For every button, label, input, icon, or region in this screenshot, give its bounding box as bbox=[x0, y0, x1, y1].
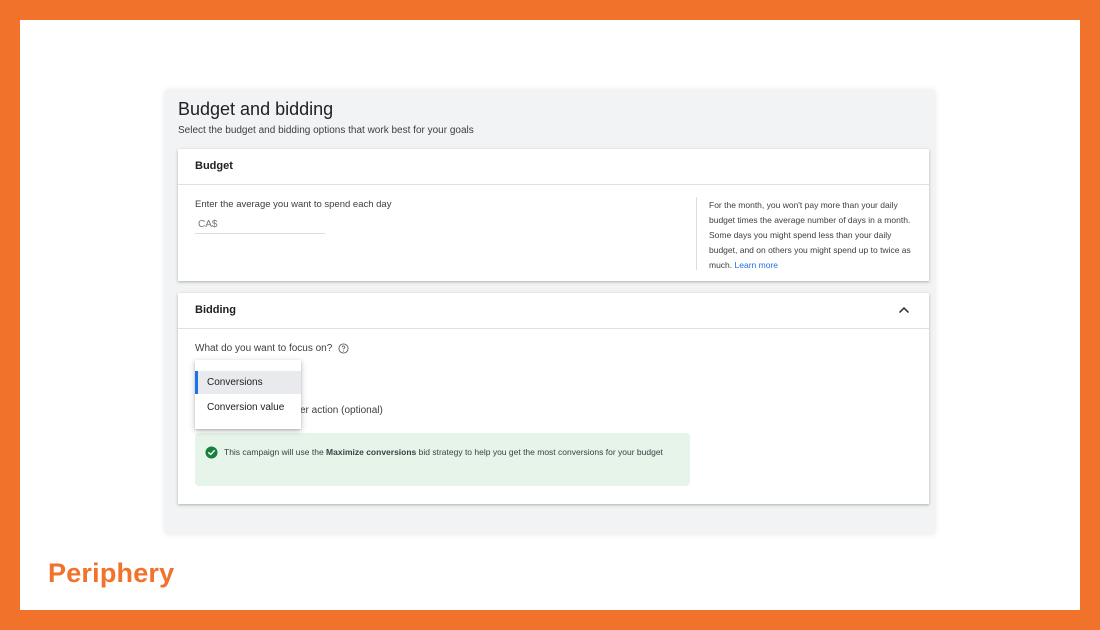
info-strategy-name: Maximize conversions bbox=[326, 447, 417, 457]
budget-card-title: Budget bbox=[195, 160, 233, 172]
daily-budget-label: Enter the average you want to spend each… bbox=[195, 199, 392, 210]
dropdown-option-conversions[interactable]: Conversions bbox=[195, 371, 301, 394]
budget-card: Budget Enter the average you want to spe… bbox=[178, 149, 929, 281]
focus-question-label: What do you want to focus on? bbox=[195, 343, 333, 354]
budget-card-header: Budget bbox=[178, 149, 929, 185]
budget-divider bbox=[696, 197, 697, 270]
focus-dropdown-menu: Conversions Conversion value bbox=[195, 360, 301, 429]
info-suffix: bid strategy to help you get the most co… bbox=[416, 447, 663, 457]
daily-budget-input[interactable] bbox=[195, 215, 325, 234]
bid-strategy-info-text: This campaign will use the Maximize conv… bbox=[224, 445, 679, 460]
bidding-card-header[interactable]: Bidding bbox=[178, 293, 929, 329]
budget-and-bidding-panel: Budget and bidding Select the budget and… bbox=[165, 90, 935, 534]
info-prefix: This campaign will use the bbox=[224, 447, 327, 457]
page-subtitle: Select the budget and bidding options th… bbox=[178, 125, 474, 136]
focus-question: What do you want to focus on? bbox=[195, 343, 349, 354]
optional-action-label: er action (optional) bbox=[300, 405, 383, 416]
help-circle-icon[interactable] bbox=[338, 343, 349, 354]
periphery-logo: Periphery bbox=[48, 558, 175, 588]
content-frame: Budget and bidding Select the budget and… bbox=[20, 20, 1080, 610]
bidding-card-title: Bidding bbox=[195, 304, 236, 316]
check-circle-icon bbox=[205, 446, 218, 459]
page-title: Budget and bidding bbox=[178, 99, 334, 119]
learn-more-link[interactable]: Learn more bbox=[735, 260, 778, 270]
chevron-up-icon[interactable] bbox=[897, 303, 911, 317]
bidding-card: Bidding What do you want to focus on? Co… bbox=[178, 293, 929, 504]
dropdown-option-conversion-value[interactable]: Conversion value bbox=[195, 396, 301, 419]
bid-strategy-info-box: This campaign will use the Maximize conv… bbox=[195, 433, 690, 486]
budget-help-text: For the month, you won't pay more than y… bbox=[709, 198, 919, 273]
